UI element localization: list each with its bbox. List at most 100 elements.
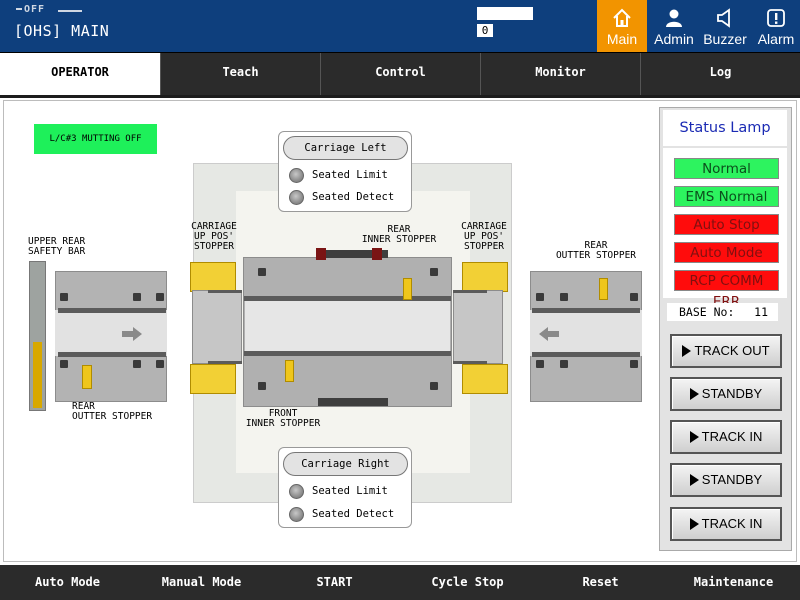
tab-bar-underline bbox=[0, 95, 800, 98]
front-inner-stopper-label: FRONT INNER STOPPER bbox=[245, 408, 321, 429]
tab-monitor[interactable]: Monitor bbox=[480, 53, 640, 95]
carriage-right-seated-detect: Seated Detect bbox=[289, 506, 394, 522]
track-in-button-2[interactable]: TRACK IN bbox=[670, 507, 782, 541]
arrow-left-icon bbox=[539, 327, 559, 341]
play-icon bbox=[689, 387, 699, 400]
carriage-left-seated-detect: Seated Detect bbox=[289, 189, 394, 205]
nav-admin-button[interactable]: Admin bbox=[649, 0, 699, 52]
right-carriage-rail bbox=[453, 361, 487, 364]
bolt bbox=[156, 360, 164, 368]
tab-operator[interactable]: OPERATOR bbox=[0, 53, 160, 95]
rear-outter-stopper-left bbox=[82, 365, 92, 389]
carriage-left-title: Carriage Left bbox=[283, 136, 408, 160]
lamp-normal: Normal bbox=[674, 158, 779, 179]
nav-main-label: Main bbox=[606, 31, 638, 47]
play-icon bbox=[689, 430, 699, 443]
lamp-ems-normal: EMS Normal bbox=[674, 186, 779, 207]
maintenance-button[interactable]: Maintenance bbox=[667, 565, 800, 600]
tab-bar: OPERATOR Teach Control Monitor Log bbox=[0, 53, 800, 95]
rear-outter-stopper-right bbox=[599, 278, 608, 300]
carriage-left-seated-limit-label: Seated Limit bbox=[312, 169, 388, 181]
carriage-right-seated-detect-label: Seated Detect bbox=[312, 508, 395, 520]
upper-rear-safety-bar-label: UPPER REAR SAFETY BAR bbox=[28, 236, 86, 257]
right-conveyor-rail-bottom bbox=[532, 352, 640, 357]
front-inner-stopper-block bbox=[318, 398, 388, 406]
carriage-up-stopper-left-bottom bbox=[190, 364, 236, 394]
reset-button[interactable]: Reset bbox=[534, 565, 667, 600]
header-bar: OFF [OHS] MAIN 0 Main Admin Buzzer Alarm bbox=[0, 0, 800, 52]
nav-buzzer-label: Buzzer bbox=[703, 31, 747, 47]
standby-button-2[interactable]: STANDBY bbox=[670, 463, 782, 497]
lamp-rcp-comm-err: RCP COMM ERR bbox=[674, 270, 779, 310]
user-icon bbox=[666, 9, 682, 27]
footer-bar: Auto Mode Manual Mode START Cycle Stop R… bbox=[0, 565, 800, 600]
nav-admin-label: Admin bbox=[654, 31, 694, 47]
carriage-right-title: Carriage Right bbox=[283, 452, 408, 476]
cycle-stop-button[interactable]: Cycle Stop bbox=[401, 565, 534, 600]
indicator-lamp-icon bbox=[289, 483, 304, 499]
play-icon bbox=[689, 517, 699, 530]
tab-control[interactable]: Control bbox=[320, 53, 480, 95]
base-number-value: 11 bbox=[754, 305, 768, 319]
rear-outter-stopper-right-label: REAR OUTTER STOPPER bbox=[555, 240, 637, 261]
nav-buzzer-button[interactable]: Buzzer bbox=[700, 0, 750, 52]
bolt bbox=[560, 360, 568, 368]
rear-inner-stopper-actuator bbox=[403, 278, 412, 300]
tab-log[interactable]: Log bbox=[640, 53, 800, 95]
alert-icon bbox=[767, 9, 785, 27]
carriage-up-stopper-right-label: CARRIAGE UP POS' STOPPER bbox=[461, 221, 507, 252]
mutting-status-badge: L/C#3 MUTTING OFF bbox=[34, 124, 157, 154]
left-carriage-frame bbox=[192, 290, 242, 364]
status-indicator-line bbox=[58, 10, 82, 12]
lamp-auto-stop: Auto Stop bbox=[674, 214, 779, 235]
bolt bbox=[60, 360, 68, 368]
bolt bbox=[258, 268, 266, 276]
lamp-auto-mode: Auto Mode bbox=[674, 242, 779, 263]
header-info-field bbox=[477, 7, 533, 20]
track-in-label-1: TRACK IN bbox=[701, 429, 763, 444]
center-rail-bottom bbox=[244, 351, 451, 356]
bolt bbox=[536, 360, 544, 368]
rear-outter-stopper-left-label: REAR OUTTER STOPPER bbox=[72, 401, 153, 422]
tab-teach[interactable]: Teach bbox=[160, 53, 320, 95]
carriage-right-seated-limit: Seated Limit bbox=[289, 483, 388, 499]
nav-alarm-label: Alarm bbox=[757, 31, 795, 47]
standby-label-1: STANDBY bbox=[701, 386, 763, 401]
bolt bbox=[430, 268, 438, 276]
nav-main-button[interactable]: Main bbox=[597, 0, 647, 52]
base-number-label: BASE No: bbox=[679, 305, 735, 319]
nav-alarm-button[interactable]: Alarm bbox=[751, 0, 800, 52]
base-number-display: BASE No: 11 bbox=[667, 303, 778, 321]
left-carriage-rail bbox=[208, 290, 242, 293]
header-counter: 0 bbox=[477, 24, 493, 37]
arrow-right-icon bbox=[122, 327, 142, 341]
left-conveyor-rail-bottom bbox=[58, 352, 166, 357]
manual-mode-button[interactable]: Manual Mode bbox=[135, 565, 268, 600]
bolt bbox=[630, 360, 638, 368]
right-conveyor-rail-top bbox=[532, 308, 640, 313]
auto-mode-button[interactable]: Auto Mode bbox=[0, 565, 135, 600]
play-icon bbox=[682, 344, 692, 357]
rear-inner-stopper-pin bbox=[316, 248, 326, 260]
bolt bbox=[560, 293, 568, 301]
bolt bbox=[430, 382, 438, 390]
bolt bbox=[133, 360, 141, 368]
carriage-right-panel: Carriage Right Seated Limit Seated Detec… bbox=[278, 447, 412, 528]
standby-label-2: STANDBY bbox=[701, 472, 763, 487]
bolt bbox=[133, 293, 141, 301]
carriage-left-panel: Carriage Left Seated Limit Seated Detect bbox=[278, 131, 412, 212]
track-in-button-1[interactable]: TRACK IN bbox=[670, 420, 782, 454]
bolt bbox=[536, 293, 544, 301]
track-out-button[interactable]: TRACK OUT bbox=[670, 334, 782, 368]
start-button[interactable]: START bbox=[268, 565, 401, 600]
indicator-lamp-icon bbox=[289, 189, 304, 205]
left-carriage-rail bbox=[208, 361, 242, 364]
standby-button-1[interactable]: STANDBY bbox=[670, 377, 782, 411]
carriage-up-stopper-left-label: CARRIAGE UP POS' STOPPER bbox=[191, 221, 237, 252]
bolt bbox=[258, 382, 266, 390]
carriage-up-stopper-right-bottom bbox=[462, 364, 508, 394]
play-icon bbox=[689, 473, 699, 486]
safety-bar-fill bbox=[33, 342, 42, 408]
center-conveyor-belt bbox=[245, 297, 450, 353]
bolt bbox=[60, 293, 68, 301]
